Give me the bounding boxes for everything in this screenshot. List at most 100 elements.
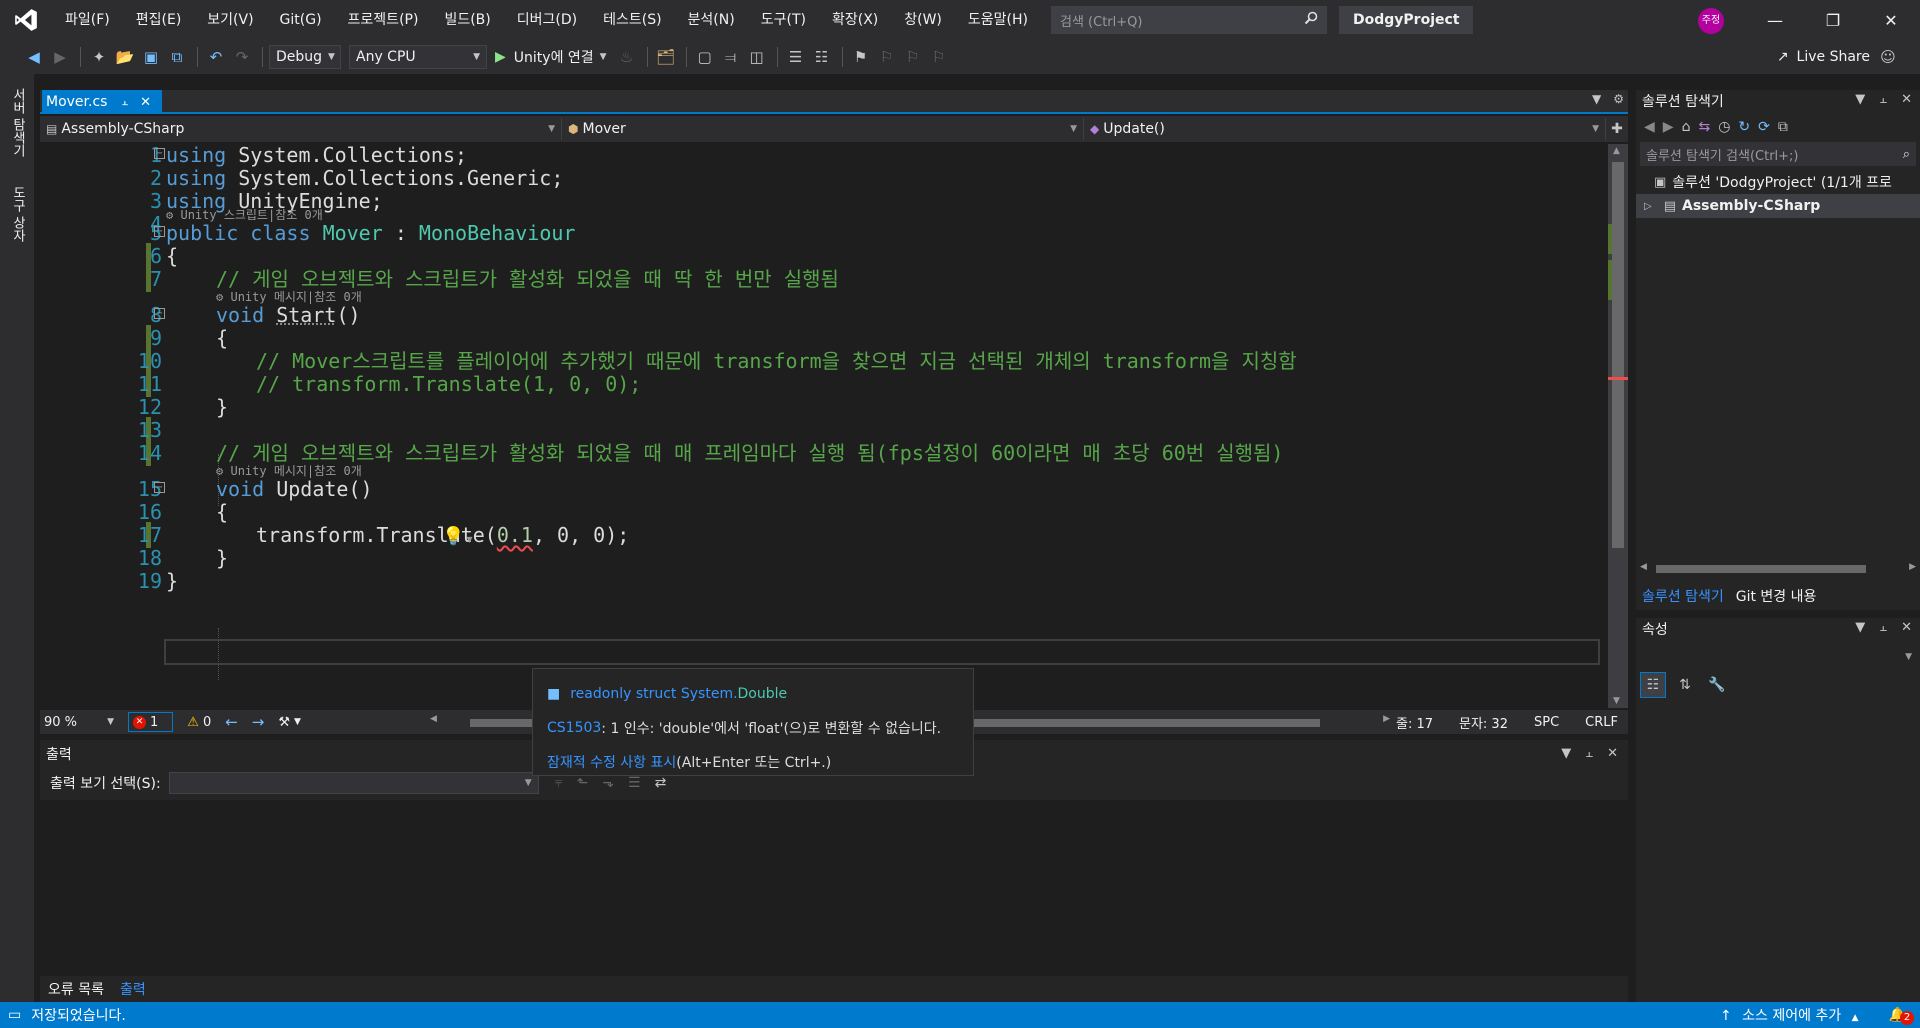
- line-indicator[interactable]: 줄: 17: [1396, 713, 1433, 732]
- prev-bookmark-button[interactable]: ⚐: [875, 45, 899, 69]
- tree-item-project[interactable]: ▷ ▤ Assembly-CSharp: [1636, 194, 1920, 218]
- forward-arrow-icon[interactable]: ▶: [1663, 119, 1674, 135]
- tab-mover-cs[interactable]: Mover.cs ⫠ ✕: [42, 90, 162, 114]
- solution-horizontal-scrollbar[interactable]: ◀ ▶: [1640, 562, 1916, 576]
- uncomment-button[interactable]: ☷: [810, 45, 834, 69]
- save-button[interactable]: ▣: [139, 45, 163, 69]
- type-keyword-text[interactable]: readonly struct System.: [570, 686, 737, 702]
- menu-tools[interactable]: 도구(T): [748, 0, 819, 40]
- member-dropdown[interactable]: ◆ Update() ▼: [1084, 118, 1606, 140]
- window-position-dropdown-icon[interactable]: ▼: [1855, 92, 1865, 107]
- split-editor-icon[interactable]: ✚: [1606, 121, 1628, 137]
- hot-reload-button[interactable]: ♨: [615, 45, 639, 69]
- menu-analyze[interactable]: 분석(N): [675, 0, 748, 40]
- sync-icon[interactable]: ↻: [1738, 119, 1750, 135]
- close-icon[interactable]: ✕: [140, 95, 151, 110]
- error-code-link[interactable]: CS1503: [547, 720, 601, 736]
- collapse-icon[interactable]: −: [154, 482, 165, 493]
- quick-actions-lightbulb[interactable]: 💡 ▼: [442, 526, 473, 547]
- new-project-button[interactable]: ✦: [87, 45, 111, 69]
- back-arrow-icon[interactable]: ◀: [1644, 119, 1655, 135]
- categorized-button[interactable]: ☷: [1640, 672, 1666, 698]
- bookmark-button[interactable]: ⚑: [849, 45, 873, 69]
- property-pages-button[interactable]: 🔧: [1704, 672, 1730, 698]
- step-over-button[interactable]: ⫤: [719, 45, 743, 69]
- project-dropdown[interactable]: ▤ Assembly-CSharp ▼: [40, 118, 562, 140]
- switch-views-icon[interactable]: ⇆: [1698, 119, 1710, 135]
- search-input[interactable]: 검색 (Ctrl+Q): [1051, 6, 1327, 34]
- collapse-icon[interactable]: −: [154, 308, 165, 319]
- gear-icon[interactable]: ⚙: [1613, 92, 1624, 106]
- solution-configuration-select[interactable]: Debug ▼: [269, 45, 341, 69]
- properties-object-select[interactable]: ▼: [1640, 646, 1916, 668]
- menu-edit[interactable]: 편집(E): [123, 0, 195, 40]
- scroll-right-icon[interactable]: ▶: [1383, 714, 1390, 724]
- show-fixes-link[interactable]: 잠재적 수정 사항 표시: [547, 752, 676, 772]
- code-editor[interactable]: 1 − using System.Collections; 2 using Sy…: [40, 144, 1608, 708]
- solution-search-input[interactable]: 솔루션 탐색기 검색(Ctrl+;) ⌕: [1640, 142, 1916, 166]
- home-icon[interactable]: ⌂: [1682, 119, 1691, 135]
- live-share-button[interactable]: ↗ Live Share: [1777, 40, 1870, 74]
- output-source-select[interactable]: ▼: [168, 772, 539, 794]
- menu-project[interactable]: 프로젝트(P): [335, 0, 432, 40]
- char-indicator[interactable]: 문자: 32: [1459, 713, 1508, 732]
- menu-file[interactable]: 파일(F): [52, 0, 123, 40]
- tab-solution-explorer[interactable]: 솔루션 탐색기: [1636, 586, 1730, 606]
- attach-to-unity-button[interactable]: ▶ Unity에 연결 ▼: [495, 47, 607, 67]
- pin-icon[interactable]: ⫠: [1879, 92, 1887, 107]
- line-ending-indicator[interactable]: CRLF: [1585, 715, 1618, 730]
- collapse-icon[interactable]: −: [154, 148, 165, 159]
- tab-output[interactable]: 출력: [112, 979, 154, 999]
- code-lens-update[interactable]: ⚙ Unity 메시지|참조 0개: [216, 464, 362, 478]
- menu-test[interactable]: 테스트(S): [590, 0, 674, 40]
- menu-git[interactable]: Git(G): [267, 0, 335, 40]
- navigate-forward-button[interactable]: ▶: [48, 45, 72, 69]
- window-position-dropdown-icon[interactable]: ▼: [1855, 620, 1865, 635]
- next-issue-button[interactable]: →: [252, 713, 265, 731]
- menu-help[interactable]: 도움말(H): [955, 0, 1041, 40]
- scrollbar-thumb[interactable]: [1612, 162, 1624, 548]
- restore-button[interactable]: ❐: [1804, 0, 1862, 40]
- pin-icon[interactable]: ⫠: [121, 95, 128, 109]
- tab-git-changes[interactable]: Git 변경 내용: [1730, 586, 1823, 606]
- close-window-button[interactable]: ✕: [1862, 0, 1920, 40]
- find-in-files-button[interactable]: 🗂: [654, 45, 678, 69]
- feedback-button[interactable]: ☺: [1876, 45, 1900, 69]
- refresh-icon[interactable]: ⟳: [1758, 119, 1770, 135]
- close-icon[interactable]: ✕: [1901, 620, 1912, 635]
- notifications-button[interactable]: 🔔 2: [1889, 1007, 1914, 1025]
- menu-view[interactable]: 보기(V): [194, 0, 266, 40]
- server-explorer-tab[interactable]: 서버 탐색기: [8, 88, 27, 157]
- code-cleanup-button[interactable]: ⚒ ▼: [278, 715, 301, 730]
- menu-debug[interactable]: 디버그(D): [504, 0, 590, 40]
- type-dropdown[interactable]: ⬢ Mover ▼: [562, 118, 1084, 140]
- error-count-button[interactable]: ✕ 1: [128, 712, 174, 732]
- collapse-icon[interactable]: −: [154, 226, 165, 237]
- warning-count-button[interactable]: ⚠ 0: [187, 715, 211, 730]
- scroll-up-icon[interactable]: ▲: [1613, 146, 1620, 156]
- clear-bookmarks-button[interactable]: ⚐: [927, 45, 951, 69]
- add-to-source-control-button[interactable]: ↑ 소스 제어에 추가 ▲: [1720, 1005, 1859, 1025]
- zoom-select[interactable]: 90 % ▼: [40, 715, 114, 730]
- pin-icon[interactable]: ⫠: [1879, 620, 1887, 635]
- scroll-left-icon[interactable]: ◀: [1640, 562, 1647, 572]
- open-file-button[interactable]: 📂: [113, 45, 137, 69]
- type-name-text[interactable]: Double: [738, 686, 788, 702]
- tab-list-dropdown-icon[interactable]: ▼: [1592, 92, 1601, 106]
- navigate-back-button[interactable]: ◀: [22, 45, 46, 69]
- code-lens-class[interactable]: ⚙ Unity 스크립트|참조 0개: [166, 208, 323, 222]
- tree-item-solution[interactable]: ▣ 솔루션 'DodgyProject' (1/1개 프로: [1636, 170, 1920, 194]
- close-icon[interactable]: ✕: [1607, 746, 1618, 761]
- layout-button[interactable]: ◫: [745, 45, 769, 69]
- code-lens-start[interactable]: ⚙ Unity 메시지|참조 0개: [216, 290, 362, 304]
- next-bookmark-button[interactable]: ⚐: [901, 45, 925, 69]
- pending-changes-icon[interactable]: ◷: [1718, 119, 1730, 135]
- user-avatar[interactable]: 주정: [1698, 8, 1724, 34]
- whitespace-indicator[interactable]: SPC: [1534, 715, 1559, 730]
- collapse-all-icon[interactable]: ⧉: [1778, 119, 1788, 135]
- editor-vertical-scrollbar[interactable]: ▲ ▼: [1608, 144, 1628, 708]
- solution-platform-select[interactable]: Any CPU ▼: [349, 45, 487, 69]
- error-squiggle[interactable]: 0.1: [497, 523, 533, 547]
- expand-arrow-icon[interactable]: ▷: [1644, 201, 1652, 212]
- menu-build[interactable]: 빌드(B): [431, 0, 503, 40]
